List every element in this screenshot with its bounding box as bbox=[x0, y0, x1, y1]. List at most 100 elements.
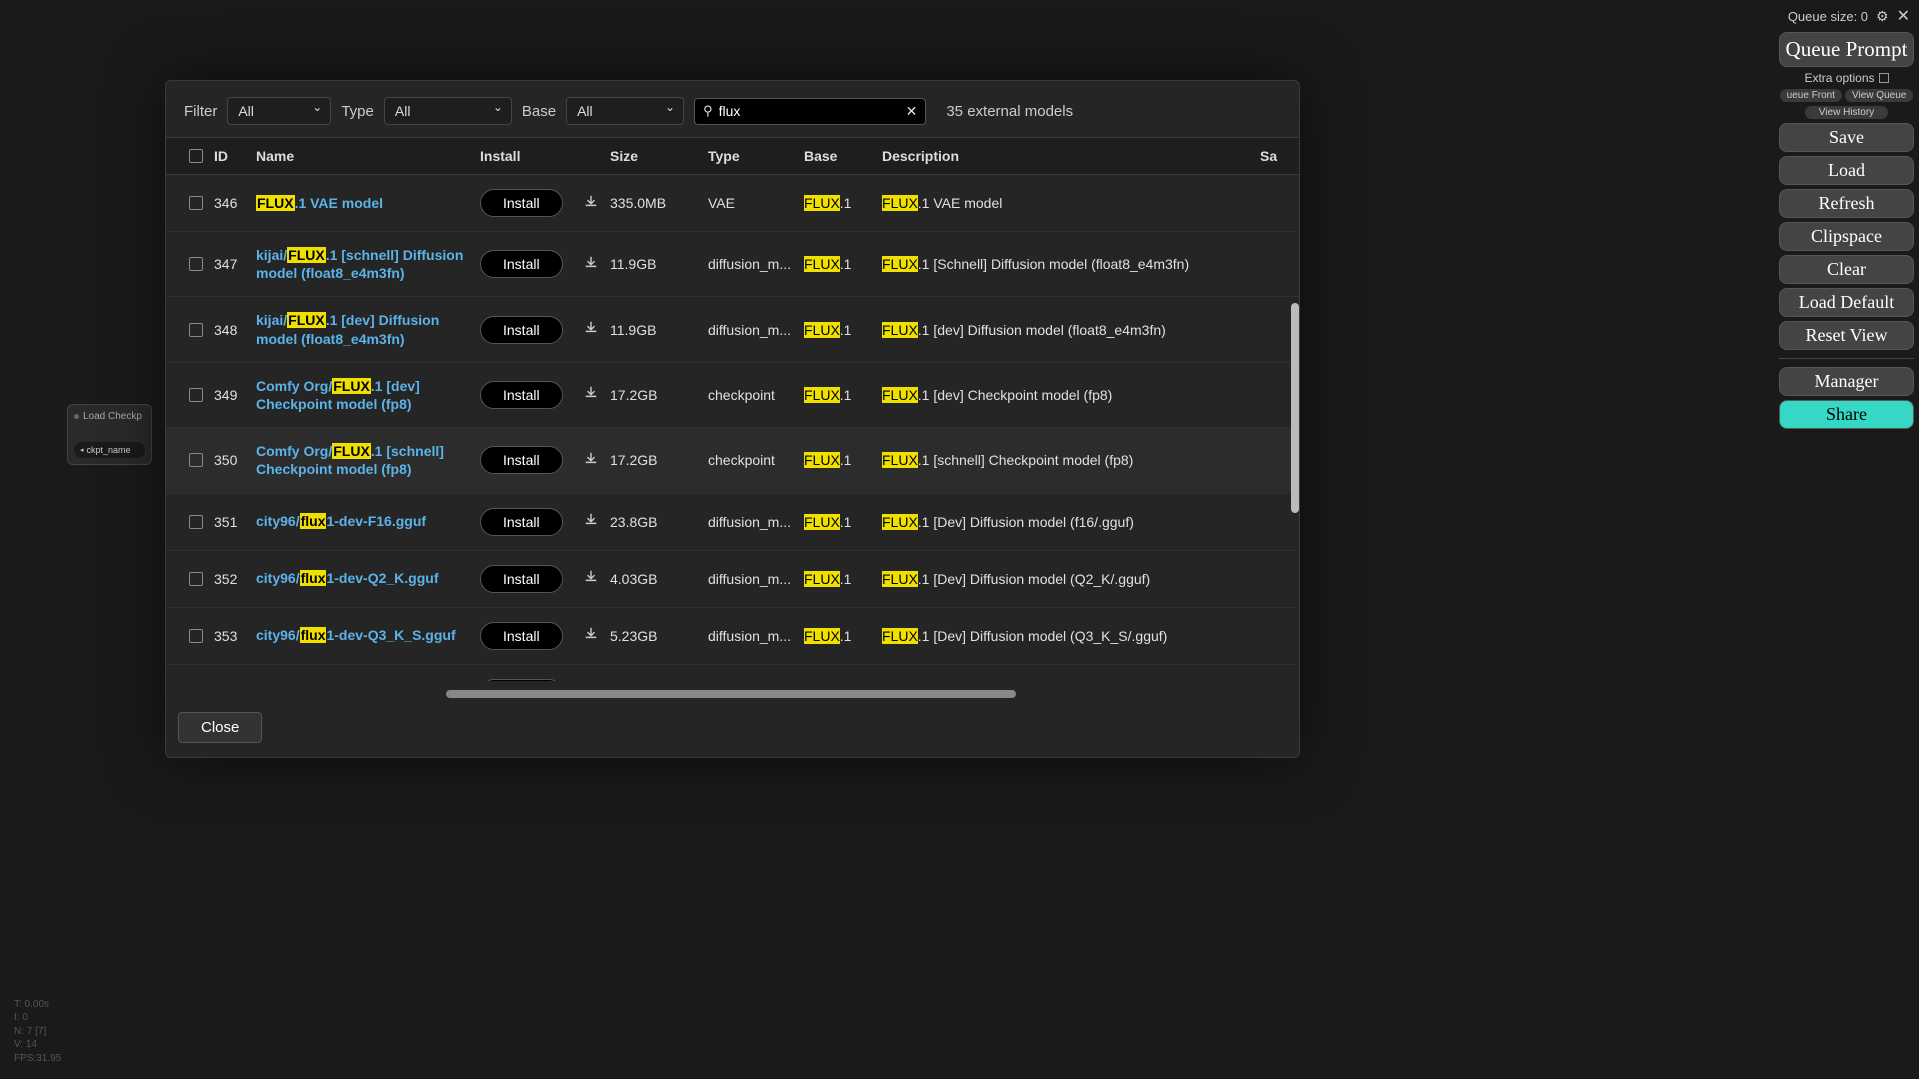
gear-icon[interactable]: ⚙ bbox=[1876, 8, 1889, 25]
row-id: 346 bbox=[214, 195, 256, 211]
node-field[interactable]: ckpt_name bbox=[74, 442, 145, 458]
row-name[interactable]: city96/flux1-dev-F16.gguf bbox=[256, 512, 480, 530]
row-install-cell: Install bbox=[480, 316, 610, 344]
row-name[interactable]: kijai/FLUX.1 [schnell] Diffusion model (… bbox=[256, 246, 480, 282]
close-button[interactable]: Close bbox=[178, 712, 262, 743]
download-icon[interactable] bbox=[575, 569, 607, 588]
row-install-cell: Install bbox=[480, 565, 610, 593]
col-name[interactable]: Name bbox=[256, 148, 480, 164]
extra-options-label: Extra options bbox=[1804, 71, 1874, 85]
install-button[interactable]: Install bbox=[480, 679, 563, 682]
row-name[interactable]: city96/flux1-dev-Q3_K_S.gguf bbox=[256, 626, 480, 644]
install-button[interactable]: Install bbox=[480, 316, 563, 344]
row-desc: FLUX.1 [dev] Diffusion model (float8_e4m… bbox=[882, 322, 1260, 338]
queue-front-button[interactable]: ueue Front bbox=[1780, 89, 1842, 102]
divider bbox=[1779, 358, 1914, 359]
type-select[interactable]: All bbox=[384, 97, 512, 125]
table-row[interactable]: 352 city96/flux1-dev-Q2_K.gguf Install 4… bbox=[166, 551, 1299, 608]
row-install-cell: Install bbox=[480, 622, 610, 650]
row-name[interactable]: Comfy Org/FLUX.1 [dev] Checkpoint model … bbox=[256, 377, 480, 413]
row-name[interactable]: city96/flux1-dev-Q2_K.gguf bbox=[256, 569, 480, 587]
download-icon[interactable] bbox=[575, 512, 607, 531]
row-base: FLUX.1 bbox=[804, 322, 882, 338]
horizontal-scrollbar[interactable] bbox=[446, 690, 1016, 698]
row-checkbox[interactable] bbox=[189, 196, 203, 210]
download-icon[interactable] bbox=[575, 626, 607, 645]
col-install[interactable]: Install bbox=[480, 148, 610, 164]
install-button[interactable]: Install bbox=[480, 565, 563, 593]
row-checkbox[interactable] bbox=[189, 515, 203, 529]
modal-footer: Close bbox=[166, 698, 1299, 757]
row-checkbox[interactable] bbox=[189, 629, 203, 643]
install-button[interactable]: Install bbox=[480, 381, 563, 409]
row-size: 335.0MB bbox=[610, 195, 708, 211]
install-button[interactable]: Install bbox=[480, 446, 563, 474]
save-button[interactable]: Save bbox=[1779, 123, 1914, 152]
row-checkbox[interactable] bbox=[189, 323, 203, 337]
row-checkbox[interactable] bbox=[189, 257, 203, 271]
col-type[interactable]: Type bbox=[708, 148, 804, 164]
row-id: 349 bbox=[214, 387, 256, 403]
table-row[interactable]: 347 kijai/FLUX.1 [schnell] Diffusion mod… bbox=[166, 232, 1299, 297]
manager-button[interactable]: Manager bbox=[1779, 367, 1914, 396]
load-checkpoint-node: Load Checkp ckpt_name bbox=[67, 404, 152, 465]
share-button[interactable]: Share bbox=[1779, 400, 1914, 429]
row-type: diffusion_m... bbox=[708, 256, 804, 272]
search-input[interactable] bbox=[719, 103, 900, 119]
install-button[interactable]: Install bbox=[480, 622, 563, 650]
table-row[interactable]: 354 city96/flux1-dev- Install 6.79GB dif… bbox=[166, 665, 1299, 682]
download-icon[interactable] bbox=[575, 320, 607, 339]
table-row[interactable]: 348 kijai/FLUX.1 [dev] Diffusion model (… bbox=[166, 297, 1299, 362]
row-name[interactable]: FLUX.1 VAE model bbox=[256, 194, 480, 212]
node-title: Load Checkp bbox=[74, 411, 145, 422]
reset-view-button[interactable]: Reset View bbox=[1779, 321, 1914, 350]
download-icon[interactable] bbox=[575, 194, 607, 213]
filter-select[interactable]: All bbox=[227, 97, 331, 125]
install-button[interactable]: Install bbox=[480, 189, 563, 217]
view-queue-button[interactable]: View Queue bbox=[1845, 89, 1913, 102]
row-base: FLUX.1 bbox=[804, 571, 882, 587]
col-id[interactable]: ID bbox=[214, 148, 256, 164]
clear-search-icon[interactable]: ✕ bbox=[906, 103, 918, 120]
row-checkbox[interactable] bbox=[189, 388, 203, 402]
type-label: Type bbox=[341, 103, 374, 120]
row-name[interactable]: kijai/FLUX.1 [dev] Diffusion model (floa… bbox=[256, 311, 480, 347]
row-name[interactable]: Comfy Org/FLUX.1 [schnell] Checkpoint mo… bbox=[256, 442, 480, 478]
view-history-button[interactable]: View History bbox=[1805, 106, 1888, 119]
col-save[interactable]: Sa bbox=[1260, 148, 1284, 164]
col-desc[interactable]: Description bbox=[882, 148, 1260, 164]
select-all-checkbox[interactable] bbox=[189, 149, 203, 163]
row-desc: FLUX.1 [dev] Checkpoint model (fp8) bbox=[882, 387, 1260, 403]
table-row[interactable]: 351 city96/flux1-dev-F16.gguf Install 23… bbox=[166, 494, 1299, 551]
row-size: 17.2GB bbox=[610, 387, 708, 403]
vertical-scrollbar[interactable] bbox=[1291, 303, 1299, 513]
col-base[interactable]: Base bbox=[804, 148, 882, 164]
row-checkbox[interactable] bbox=[189, 453, 203, 467]
row-id: 351 bbox=[214, 514, 256, 530]
table-row[interactable]: 349 Comfy Org/FLUX.1 [dev] Checkpoint mo… bbox=[166, 363, 1299, 428]
extra-options-checkbox[interactable] bbox=[1879, 73, 1889, 83]
refresh-button[interactable]: Refresh bbox=[1779, 189, 1914, 218]
clear-button[interactable]: Clear bbox=[1779, 255, 1914, 284]
row-size: 11.9GB bbox=[610, 256, 708, 272]
table-row[interactable]: 353 city96/flux1-dev-Q3_K_S.gguf Install… bbox=[166, 608, 1299, 665]
row-desc: FLUX.1 [schnell] Checkpoint model (fp8) bbox=[882, 452, 1260, 468]
download-icon[interactable] bbox=[575, 255, 607, 274]
row-checkbox[interactable] bbox=[189, 572, 203, 586]
table-row[interactable]: 350 Comfy Org/FLUX.1 [schnell] Checkpoin… bbox=[166, 428, 1299, 493]
install-button[interactable]: Install bbox=[480, 508, 563, 536]
install-button[interactable]: Install bbox=[480, 250, 563, 278]
table-row[interactable]: 346 FLUX.1 VAE model Install 335.0MB VAE… bbox=[166, 175, 1299, 232]
row-type: VAE bbox=[708, 195, 804, 211]
base-select[interactable]: All bbox=[566, 97, 684, 125]
download-icon[interactable] bbox=[575, 385, 607, 404]
load-button[interactable]: Load bbox=[1779, 156, 1914, 185]
load-default-button[interactable]: Load Default bbox=[1779, 288, 1914, 317]
clipspace-button[interactable]: Clipspace bbox=[1779, 222, 1914, 251]
download-icon[interactable] bbox=[575, 451, 607, 470]
table-header: ID Name Install Size Type Base Descripti… bbox=[166, 137, 1299, 175]
col-size[interactable]: Size bbox=[610, 148, 708, 164]
row-base: FLUX.1 bbox=[804, 195, 882, 211]
queue-prompt-button[interactable]: Queue Prompt bbox=[1779, 32, 1914, 67]
close-icon[interactable]: ✕ bbox=[1897, 6, 1910, 26]
